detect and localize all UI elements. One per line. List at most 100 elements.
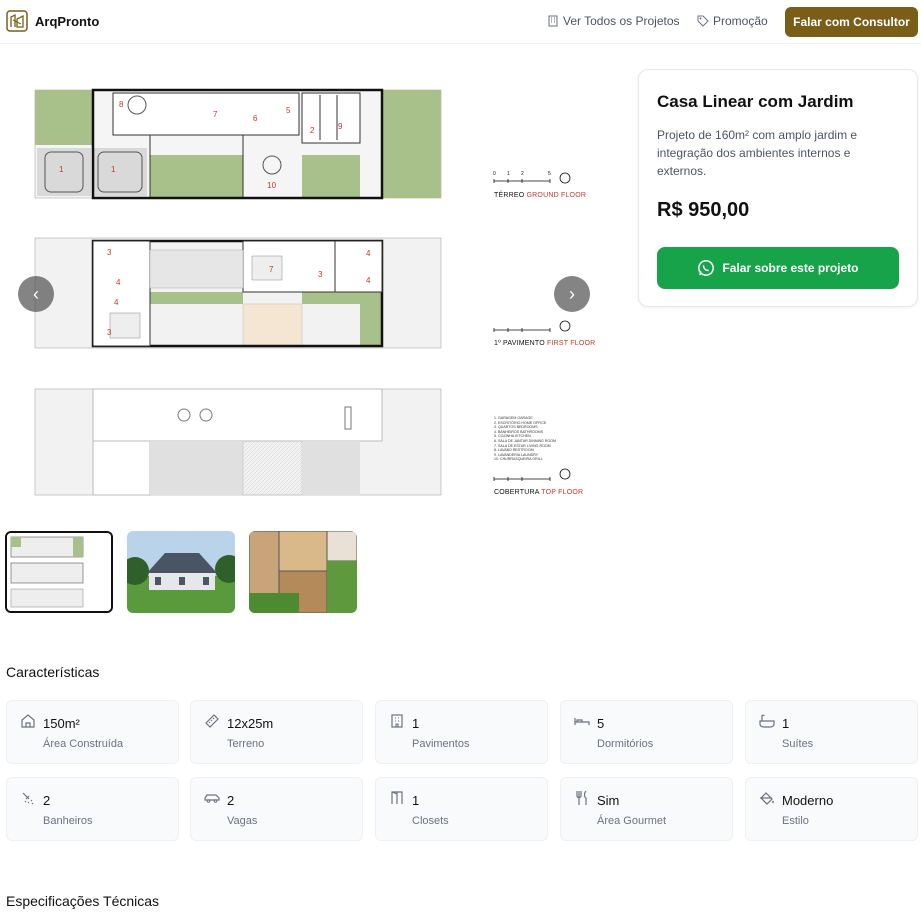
feature-card: Sim Área Gourmet: [560, 777, 733, 841]
feature-label: Área Gourmet: [597, 815, 667, 827]
technical-specs-heading: Especificações Técnicas: [6, 893, 160, 909]
feature-card: Moderno Estilo: [745, 777, 918, 841]
bath-icon: [759, 714, 775, 728]
bed-icon: [574, 718, 590, 725]
scale-tick: 0: [493, 171, 496, 177]
features-heading: Características: [6, 664, 100, 680]
gallery-thumbnail-1[interactable]: [5, 531, 113, 613]
feature-value: 150m²: [43, 716, 80, 731]
feature-card: 1 Pavimentos: [375, 700, 548, 764]
gallery-thumbnail-2[interactable]: [127, 531, 235, 613]
nav-promo-label: Promoção: [713, 14, 768, 28]
feature-value: Moderno: [782, 793, 834, 808]
feature-value: 1: [782, 716, 790, 731]
top-floor-label: COBERTURA TOP FLOOR: [494, 489, 583, 496]
feature-label: Área Construída: [43, 738, 124, 750]
brand-name: ArqPronto: [35, 13, 100, 29]
room-number: 9: [338, 122, 343, 131]
floor-label-pt: COBERTURA: [494, 489, 540, 496]
gallery-prev-button[interactable]: ‹: [18, 276, 54, 312]
feature-card: 150m² Área Construída: [6, 700, 179, 764]
floor-label-en: GROUND FLOOR: [526, 192, 587, 199]
feature-label: Dormitórios: [597, 738, 654, 750]
feature-label: Banheiros: [43, 815, 93, 827]
whatsapp-contact-button[interactable]: Falar sobre este projeto: [657, 247, 899, 289]
room-number: 4: [366, 276, 371, 285]
product-description: Projeto de 160m² com amplo jardim e inte…: [657, 128, 858, 178]
floor-plan-thumbnail: [7, 533, 111, 611]
room-number: 10: [267, 181, 277, 190]
feature-card: 2 Vagas: [190, 777, 363, 841]
logo-icon: [6, 10, 28, 32]
top-floor-plan: [34, 388, 442, 496]
room-number: 8: [119, 100, 124, 109]
room-number: 6: [253, 114, 258, 123]
room-number: 3: [107, 248, 112, 257]
home-icon: [21, 714, 35, 728]
scale-tick: 2: [521, 171, 524, 177]
shower-icon: [22, 792, 34, 805]
first-floor-label: 1º PAVIMENTO FIRST FLOOR: [494, 340, 595, 347]
feature-value: 12x25m: [227, 716, 274, 731]
product-summary-card: Casa Linear com Jardim Projeto de 160m² …: [638, 69, 918, 307]
feature-label: Terreno: [227, 738, 265, 750]
room-number: 1: [59, 165, 64, 174]
feature-value: 2: [227, 793, 235, 808]
brand-logo[interactable]: ArqPronto: [6, 10, 99, 32]
feature-value: 5: [597, 716, 605, 731]
room-number: 3: [318, 270, 323, 279]
room-number: 2: [310, 126, 315, 135]
room-number: 3: [107, 328, 112, 337]
floor-label-en: FIRST FLOOR: [547, 340, 596, 347]
feature-label: Vagas: [227, 815, 258, 827]
rendered-plan-thumbnail: [249, 531, 357, 613]
room-number: 4: [116, 278, 121, 287]
ground-floor-label: TÉRREO GROUND FLOOR: [494, 192, 586, 199]
room-number: 7: [213, 110, 218, 119]
room-legend: 1. GARAGEM GARAGE 2. ESCRITÓRIO HOME OFF…: [494, 416, 594, 462]
scale-tick: 5: [548, 171, 551, 177]
paint-bucket-icon: [760, 792, 774, 805]
feature-card: 5 Dormitórios: [560, 700, 733, 764]
feature-label: Pavimentos: [412, 738, 470, 750]
closet-icon: [391, 791, 403, 804]
tag-icon: [697, 15, 709, 27]
whatsapp-icon: [698, 260, 715, 276]
room-number: 7: [269, 265, 274, 274]
floor-label-pt: TÉRREO: [494, 192, 525, 199]
gallery-next-button[interactable]: ›: [554, 276, 590, 312]
utensils-icon: [576, 790, 587, 805]
contact-consultant-button[interactable]: Falar com Consultor: [785, 7, 918, 37]
nav-all-projects-link[interactable]: Ver Todos os Projetos: [547, 14, 680, 28]
feature-value: 1: [412, 716, 420, 731]
building-icon: [391, 714, 403, 728]
chevron-left-icon: ‹: [33, 283, 39, 304]
nav-all-projects-label: Ver Todos os Projetos: [563, 14, 680, 28]
first-floor-plan: [34, 237, 442, 349]
product-price: R$ 950,00: [657, 199, 750, 221]
floor-label-en: TOP FLOOR: [541, 489, 584, 496]
feature-value: 1: [412, 793, 420, 808]
feature-label: Estilo: [782, 815, 809, 827]
feature-card: 1 Suítes: [745, 700, 918, 764]
nav-promo-link[interactable]: Promoção: [697, 14, 768, 28]
top-navbar: ArqPronto Ver Todos os Projetos Promoção…: [0, 0, 921, 44]
product-title: Casa Linear com Jardim: [657, 92, 854, 111]
room-number: 1: [111, 165, 116, 174]
feature-value: Sim: [597, 793, 620, 808]
feature-label: Suítes: [782, 738, 814, 750]
feature-card: 1 Closets: [375, 777, 548, 841]
ruler-icon: [205, 714, 219, 728]
room-number: 5: [286, 106, 291, 115]
room-number: 4: [114, 298, 119, 307]
building-icon: [548, 15, 558, 27]
chevron-right-icon: ›: [569, 283, 575, 304]
room-number: 4: [366, 249, 371, 258]
feature-card: 12x25m Terreno: [190, 700, 363, 764]
car-icon: [204, 794, 220, 803]
ground-floor-plan: [34, 88, 442, 200]
floor-label-pt: 1º PAVIMENTO: [494, 340, 545, 347]
feature-card: 2 Banheiros: [6, 777, 179, 841]
gallery-thumbnail-3[interactable]: [249, 531, 357, 613]
feature-value: 2: [43, 793, 51, 808]
